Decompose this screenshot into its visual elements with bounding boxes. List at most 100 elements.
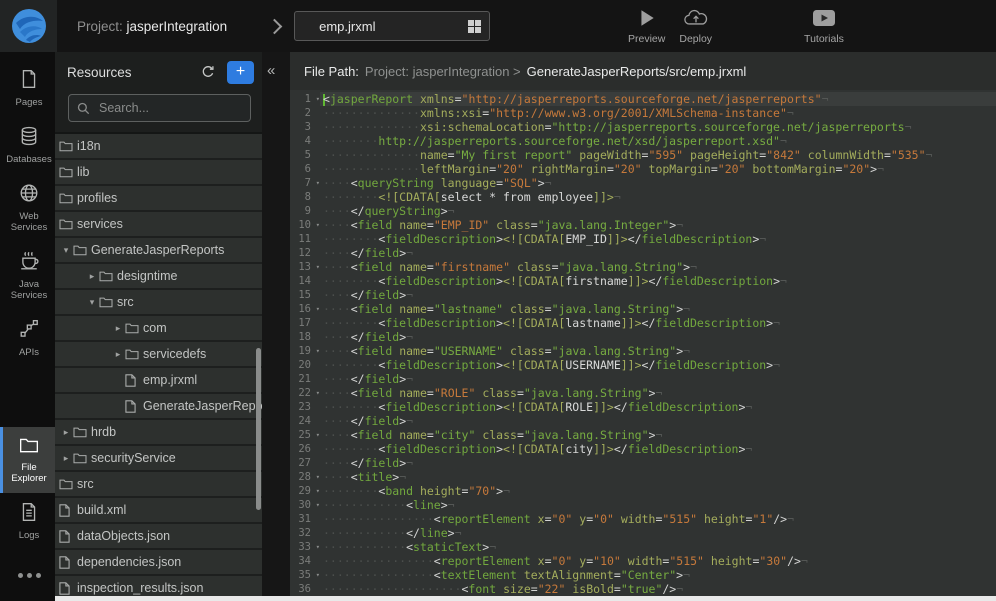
tree-item-i18n[interactable]: i18n (55, 134, 262, 158)
caret-down-icon[interactable]: ▾ (85, 297, 99, 308)
fold-arrow-icon[interactable]: ▾ (311, 92, 320, 106)
app-logo[interactable] (0, 0, 57, 52)
gutter: 35▾ (290, 568, 320, 582)
fold-arrow-icon[interactable]: ▾ (311, 540, 320, 554)
gutter: 11 (290, 232, 320, 246)
sidebar-item-file-explorer[interactable]: FileExplorer (0, 427, 55, 493)
code-line-22[interactable]: 22▾····<field name="ROLE" class="java.la… (290, 386, 996, 400)
caret-right-icon[interactable]: ▸ (111, 349, 125, 360)
caret-right-icon[interactable]: ▸ (111, 323, 125, 334)
sidebar-item-databases[interactable]: Databases (0, 117, 55, 174)
code-line-36[interactable]: 36····················<font size="22" is… (290, 582, 996, 596)
code-line-20[interactable]: 20········<fieldDescription><![CDATA[USE… (290, 358, 996, 372)
code-line-15[interactable]: 15····</field>¬ (290, 288, 996, 302)
sidebar-item-more[interactable] (0, 550, 55, 601)
tree-item-generatejasperreports[interactable]: ▾GenerateJasperReports (55, 238, 262, 262)
fold-arrow-icon[interactable]: ▾ (311, 218, 320, 232)
code-line-10[interactable]: 10▾····<field name="EMP_ID" class="java.… (290, 218, 996, 232)
tree-item-src[interactable]: ▾src (55, 290, 262, 314)
fold-arrow-icon[interactable]: ▾ (311, 302, 320, 316)
horizontal-scrollbar[interactable] (55, 596, 996, 601)
code-line-27[interactable]: 27····</field>¬ (290, 456, 996, 470)
code-line-11[interactable]: 11········<fieldDescription><![CDATA[EMP… (290, 232, 996, 246)
tree-item-designtime[interactable]: ▸designtime (55, 264, 262, 288)
fold-arrow-icon[interactable]: ▾ (311, 260, 320, 274)
code-line-28[interactable]: 28▾····<title>¬ (290, 470, 996, 484)
fold-arrow-icon[interactable]: ▾ (311, 568, 320, 582)
tutorials-button[interactable]: Tutorials (804, 6, 844, 45)
code-line-7[interactable]: 7▾····<queryString language="SQL">¬ (290, 176, 996, 190)
caret-right-icon[interactable]: ▸ (59, 453, 73, 464)
caret-down-icon[interactable]: ▾ (59, 245, 73, 256)
code-line-29[interactable]: 29▾········<band height="70">¬ (290, 484, 996, 498)
grid-icon[interactable] (468, 20, 481, 33)
line-number: 25 (290, 428, 311, 442)
sidebar-item-logs[interactable]: Logs (0, 493, 55, 550)
code-line-8[interactable]: 8········<![CDATA[select * from employee… (290, 190, 996, 204)
preview-button[interactable]: Preview (628, 6, 665, 45)
code-line-31[interactable]: 31················<reportElement x="0" y… (290, 512, 996, 526)
add-resource-button[interactable]: + (227, 61, 254, 84)
code-line-9[interactable]: 9····</queryString>¬ (290, 204, 996, 218)
tree-item-securityservice[interactable]: ▸securityService (55, 446, 262, 470)
tree-item-src[interactable]: src (55, 472, 262, 496)
fold-arrow-icon[interactable]: ▾ (311, 470, 320, 484)
collapse-panel-icon[interactable]: « (267, 62, 275, 79)
code-line-4[interactable]: 4········http://jasperreports.sourceforg… (290, 134, 996, 148)
fold-arrow-icon[interactable]: ▾ (311, 484, 320, 498)
code-editor[interactable]: 1▾<jasperReport xmlns="http://jasperrepo… (290, 90, 996, 601)
code-line-1[interactable]: 1▾<jasperReport xmlns="http://jasperrepo… (290, 92, 996, 106)
fold-arrow-icon[interactable]: ▾ (311, 344, 320, 358)
sidebar-item-web-services[interactable]: WebServices (0, 174, 55, 242)
code-line-23[interactable]: 23········<fieldDescription><![CDATA[ROL… (290, 400, 996, 414)
code-line-30[interactable]: 30▾············<line>¬ (290, 498, 996, 512)
tree-item-emp-jrxml[interactable]: emp.jrxml (55, 368, 262, 392)
fold-arrow-icon[interactable]: ▾ (311, 428, 320, 442)
code-line-14[interactable]: 14········<fieldDescription><![CDATA[fir… (290, 274, 996, 288)
fold-arrow-icon[interactable]: ▾ (311, 386, 320, 400)
resources-scrollbar[interactable] (256, 348, 261, 510)
tree-item-dataobjects-json[interactable]: dataObjects.json (55, 524, 262, 548)
code-line-13[interactable]: 13▾····<field name="firstname" class="ja… (290, 260, 996, 274)
tree-item-hrdb[interactable]: ▸hrdb (55, 420, 262, 444)
code-line-12[interactable]: 12····</field>¬ (290, 246, 996, 260)
code-line-21[interactable]: 21····</field>¬ (290, 372, 996, 386)
caret-right-icon[interactable]: ▸ (59, 427, 73, 438)
tree-item-dependencies-json[interactable]: dependencies.json (55, 550, 262, 574)
code-line-32[interactable]: 32············</line>¬ (290, 526, 996, 540)
code-line-5[interactable]: 5··············name="My first report" pa… (290, 148, 996, 162)
tree-item-lib[interactable]: lib (55, 160, 262, 184)
sidebar-item-pages[interactable]: Pages (0, 60, 55, 117)
sidebar-item-apis[interactable]: APIs (0, 310, 55, 367)
tree-item-build-xml[interactable]: build.xml (55, 498, 262, 522)
open-file-tab[interactable]: emp.jrxml (294, 11, 490, 41)
code-line-6[interactable]: 6··············leftMargin="20" rightMarg… (290, 162, 996, 176)
tree-item-com[interactable]: ▸com (55, 316, 262, 340)
tree-item-profiles[interactable]: profiles (55, 186, 262, 210)
code-line-3[interactable]: 3··············xsi:schemaLocation="http:… (290, 120, 996, 134)
tree-item-services[interactable]: services (55, 212, 262, 236)
code-line-24[interactable]: 24····</field>¬ (290, 414, 996, 428)
refresh-icon[interactable] (197, 61, 219, 83)
eol-mark: ¬ (503, 484, 510, 498)
deploy-button[interactable]: Deploy (679, 6, 712, 45)
code-line-35[interactable]: 35▾················<textElement textAlig… (290, 568, 996, 582)
code-line-16[interactable]: 16▾····<field name="lastname" class="jav… (290, 302, 996, 316)
code-line-33[interactable]: 33▾············<staticText>¬ (290, 540, 996, 554)
fold-arrow-icon[interactable]: ▾ (311, 176, 320, 190)
code-line-26[interactable]: 26········<fieldDescription><![CDATA[cit… (290, 442, 996, 456)
fold-arrow-icon[interactable]: ▾ (311, 498, 320, 512)
code-line-25[interactable]: 25▾····<field name="city" class="java.la… (290, 428, 996, 442)
search-input[interactable] (97, 100, 241, 116)
code-text: ········http://jasperreports.sourceforge… (320, 134, 996, 148)
code-line-19[interactable]: 19▾····<field name="USERNAME" class="jav… (290, 344, 996, 358)
tree-item-generatejasperreports-s[interactable]: GenerateJasperReports.s (55, 394, 262, 418)
sidebar-item-java-services[interactable]: JavaServices (0, 242, 55, 310)
code-line-2[interactable]: 2··············xmlns:xsi="http://www.w3.… (290, 106, 996, 120)
code-line-18[interactable]: 18····</field>¬ (290, 330, 996, 344)
code-line-17[interactable]: 17········<fieldDescription><![CDATA[las… (290, 316, 996, 330)
caret-right-icon[interactable]: ▸ (85, 271, 99, 282)
code-line-34[interactable]: 34················<reportElement x="0" y… (290, 554, 996, 568)
fold-none (311, 106, 320, 120)
tree-item-servicedefs[interactable]: ▸servicedefs (55, 342, 262, 366)
